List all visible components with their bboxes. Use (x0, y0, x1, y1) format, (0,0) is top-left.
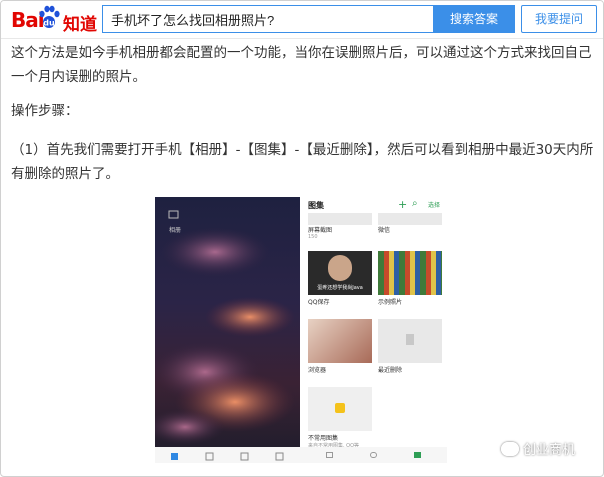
albums-tab-icon[interactable] (414, 452, 421, 458)
phone-bottom-nav (300, 447, 447, 463)
album-thumbnail (308, 213, 372, 225)
paw-icon: du (39, 5, 60, 28)
search-input[interactable] (102, 5, 434, 33)
album-name: QQ保存 (308, 299, 330, 306)
album-sample-photos[interactable]: 示例照片 (378, 251, 442, 309)
trash-icon (406, 334, 414, 345)
album-name: 屏幕截图 (308, 227, 333, 234)
album-qq-saved[interactable]: 蛋疼还想学我尚Java QQ保存 (308, 251, 372, 309)
album-thumbnail (378, 251, 442, 295)
albums-title: 图集 (308, 201, 324, 210)
add-icon[interactable]: + (398, 198, 407, 211)
wechat-icon (501, 442, 519, 456)
search-icon[interactable]: ⌕ (412, 198, 418, 209)
videos-tab-icon[interactable] (370, 452, 377, 458)
album-name: 示例照片 (378, 299, 403, 306)
phone-gallery-background: 相册 (155, 197, 300, 463)
ask-question-button[interactable]: 我要提问 (521, 5, 597, 33)
album-name: 浏览器 (308, 367, 327, 374)
baidu-zhidao-logo[interactable]: Bai du 知道 (11, 5, 97, 35)
album-thumbnail (308, 387, 372, 431)
phone-screenshot-image: 相册 图集 + ⌕ 选择 屏幕截图 150 微信 蛋疼还想学我尚Java QQ保 (155, 197, 447, 463)
page-frame: Bai du 知道 搜索答案 我要提问 这个方法是如今手机相册都会配置的一个功能… (0, 0, 604, 477)
watermark: 创业商机 (501, 439, 601, 463)
gallery-left-label: 相册 (169, 227, 182, 234)
album-name: 最近删除 (378, 367, 403, 374)
album-thumbnail (378, 319, 442, 363)
night-sky-clouds-image (155, 210, 300, 463)
select-label[interactable]: 选择 (428, 200, 440, 209)
album-thumbnail (378, 213, 442, 225)
logo-zhidao-text: 知道 (63, 15, 97, 35)
watermark-text: 创业商机 (523, 443, 576, 458)
answer-paragraph-intro: 这个方法是如今手机相册都会配置的一个功能，当你在误删照片后，可以通过这个方式来找… (11, 45, 592, 85)
folder-icon (335, 403, 345, 413)
album-rarely-used[interactable]: 不常用图集 来自不常用图集, QQ等 (308, 387, 408, 449)
album-thumbnail (308, 319, 372, 363)
album-browser[interactable]: 浏览器 (308, 319, 372, 377)
face-figure (328, 255, 352, 281)
answer-paragraph-steps-heading: 操作步骤： (11, 103, 79, 119)
album-recently-deleted[interactable]: 最近删除 (378, 319, 442, 377)
album-count: 150 (308, 234, 318, 240)
album-wechat[interactable]: 微信 (378, 213, 442, 239)
album-name: 微信 (378, 227, 391, 234)
answer-paragraph-step1: （1）首先我们需要打开手机【相册】-【图集】-【最近删除】，然后可以看到相册中最… (11, 142, 594, 182)
svg-text:du: du (43, 19, 55, 28)
album-thumbnail: 蛋疼还想学我尚Java (308, 251, 372, 295)
album-screenshots[interactable]: 屏幕截图 150 (308, 213, 372, 240)
album-name: 不常用图集 (308, 435, 339, 442)
thumbnail-caption: 蛋疼还想学我尚Java (317, 285, 363, 291)
search-button[interactable]: 搜索答案 (433, 5, 515, 33)
photos-tab-icon[interactable] (326, 452, 333, 458)
phone-albums-panel: 图集 + ⌕ 选择 屏幕截图 150 微信 蛋疼还想学我尚Java QQ保存 示… (300, 197, 447, 463)
header-bar: Bai du 知道 搜索答案 我要提问 (1, 1, 603, 39)
